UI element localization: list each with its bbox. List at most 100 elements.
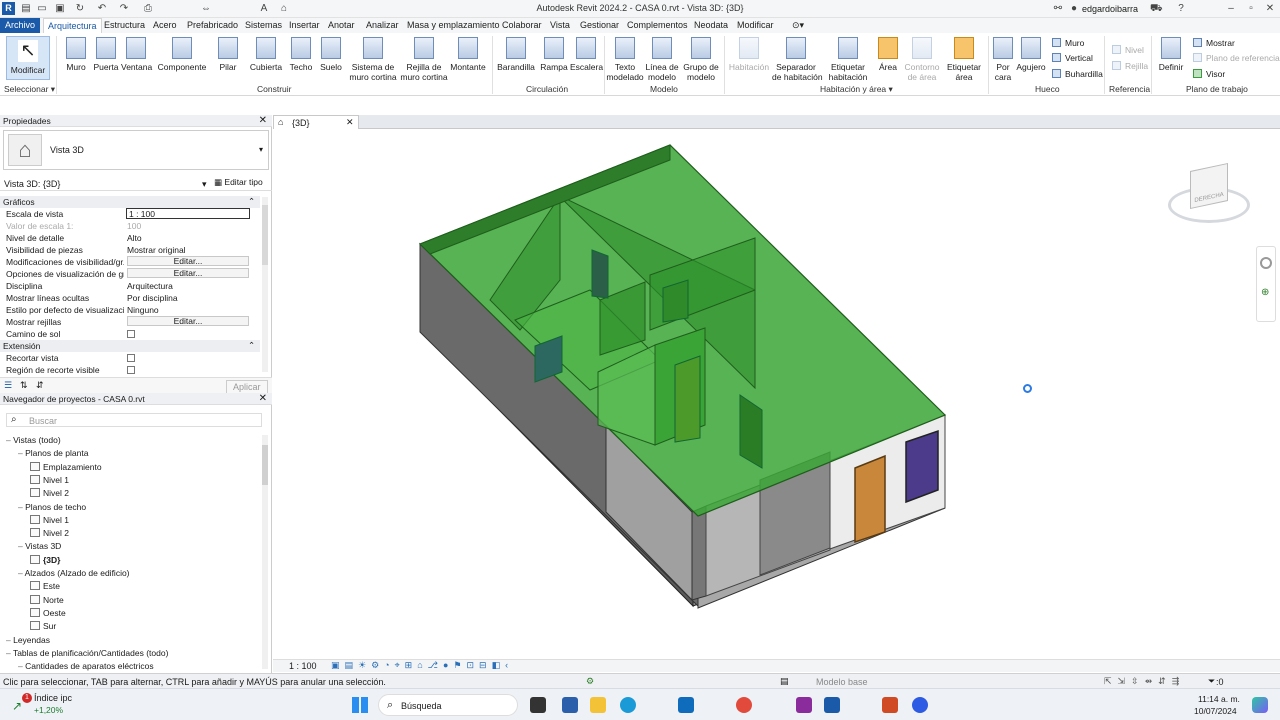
tab-insertar[interactable]: Insertar [289, 20, 320, 30]
close-icon[interactable]: ✕ [346, 117, 354, 128]
sort-asc-icon[interactable]: ⇅ [20, 380, 28, 391]
tree-node[interactable]: {3D} [30, 554, 60, 565]
tab-analizar[interactable]: Analizar [366, 20, 399, 30]
tree-node[interactable]: Nivel 1 [30, 514, 69, 525]
muro-button[interactable]: Muro [63, 37, 89, 72]
camino-sol-checkbox[interactable] [127, 330, 135, 338]
pilar-button[interactable]: Pilar [215, 37, 241, 72]
zoom-app-icon[interactable] [912, 697, 928, 713]
steering-wheel-icon[interactable] [1260, 257, 1272, 269]
etiquetar-habitacion-button[interactable]: Etiquetar habitación [826, 37, 870, 82]
separador-habitacion-button[interactable]: Separador de habitación [772, 37, 823, 82]
windows-start-icon[interactable] [352, 697, 368, 713]
rejilla-button[interactable]: Rejilla [1112, 61, 1148, 71]
tree-node[interactable]: Emplazamiento [30, 461, 102, 472]
model-base-selector[interactable]: Modelo base [816, 677, 868, 687]
sort-desc-icon[interactable]: ⇵ [36, 380, 44, 391]
tab-prefabricado[interactable]: Prefabricado [187, 20, 238, 30]
edge-icon[interactable] [620, 697, 636, 713]
nivel-button[interactable]: Nivel [1112, 45, 1144, 55]
design-options-icon[interactable]: ▤ [780, 676, 789, 687]
edit-button[interactable]: Editar... [127, 316, 249, 326]
ribbon-options-icon[interactable]: ⊙▾ [792, 20, 804, 31]
apply-button[interactable]: Aplicar [226, 380, 268, 394]
user-icon[interactable]: ● [1068, 3, 1080, 15]
clock-date[interactable]: 10/07/2024 [1194, 706, 1237, 716]
tab-neodata[interactable]: Neodata [694, 20, 728, 30]
tab-vista[interactable]: Vista [550, 20, 570, 30]
ventana-button[interactable]: Ventana [121, 37, 152, 72]
tree-node[interactable]: – Tablas de planificación/Cantidades (to… [6, 648, 168, 658]
edit-type-button[interactable]: ▦ Editar tipo [214, 177, 263, 188]
tab-modificar[interactable]: Modificar [737, 20, 774, 30]
modificar-button[interactable]: ↖ Modificar [6, 36, 50, 80]
region-recorte-checkbox[interactable] [127, 366, 135, 374]
tree-node[interactable]: Nivel 1 [30, 474, 69, 485]
barandilla-button[interactable]: Barandilla [497, 37, 535, 72]
puerta-button[interactable]: Puerta [93, 37, 119, 72]
escalera-button[interactable]: Escalera [570, 37, 603, 72]
selection-icons[interactable]: ⇱⇲⇳⇴⇵⇶ [1104, 676, 1185, 687]
group-graficos[interactable]: Gráficos ⌃ [0, 196, 260, 208]
view-controls-icons[interactable]: ▣▤☀⚙◔⌖⊞⌂⎇●⚑⊡⊟◧‹ [331, 660, 513, 671]
mostrar-button[interactable]: Mostrar [1193, 38, 1235, 48]
tree-node[interactable]: Sur [30, 621, 56, 631]
tab-colaborar[interactable]: Colaborar [502, 20, 542, 30]
cubierta-button[interactable]: Cubierta [249, 37, 283, 72]
rampa-button[interactable]: Rampa [540, 37, 568, 72]
user-name[interactable]: edgardoibarra [1082, 4, 1138, 14]
edit-button[interactable]: Editar... [127, 256, 249, 266]
scrollbar[interactable] [262, 197, 268, 372]
montante-button[interactable]: Montante [450, 37, 486, 72]
scrollbar[interactable] [262, 435, 268, 669]
tree-node[interactable]: – Vistas (todo) [6, 435, 61, 445]
3d-house-model[interactable] [273, 115, 1280, 659]
plano-referencia-button[interactable]: Plano de referencia [1193, 53, 1280, 63]
close-icon[interactable]: ✕ [259, 115, 267, 126]
search-input[interactable]: ⌕ Buscar [6, 413, 262, 427]
tree-node[interactable]: – Leyendas [6, 635, 50, 645]
prop-value[interactable]: 1 : 100 [126, 208, 250, 219]
grupo-modelo-button[interactable]: Grupo de modelo [683, 37, 719, 82]
maximize-icon[interactable]: ▫ [1245, 3, 1257, 15]
stock-widget-icon[interactable]: ↗ [12, 699, 22, 713]
tree-node[interactable]: – Planos de planta [18, 448, 88, 458]
cart-icon[interactable]: ⛟ [1150, 3, 1163, 15]
tree-node[interactable]: Nivel 2 [30, 488, 69, 498]
zoom-icon[interactable]: ⊕ [1261, 287, 1269, 298]
copilot-icon[interactable] [1252, 697, 1268, 713]
definir-button[interactable]: Definir [1156, 37, 1186, 72]
drawing-area[interactable]: DERECHA ⊕ [273, 115, 1280, 659]
buhardilla-button[interactable]: Buhardilla [1052, 69, 1103, 79]
powerpoint-icon[interactable] [882, 697, 898, 713]
tree-node[interactable]: Norte [30, 594, 64, 605]
category-sort-icon[interactable]: ☰ [4, 380, 12, 391]
linea-modelo-button[interactable]: Línea de modelo [645, 37, 679, 82]
close-icon[interactable]: ✕ [259, 393, 267, 404]
navigation-bar[interactable]: ⊕ [1256, 246, 1276, 322]
techo-button[interactable]: Techo [288, 37, 314, 72]
binoculars-icon[interactable]: ⚯ [1052, 3, 1064, 15]
view-scale[interactable]: 1 : 100 [289, 661, 317, 671]
file-explorer-icon[interactable] [530, 697, 546, 713]
chrome-icon[interactable] [736, 697, 752, 713]
hueco-muro-button[interactable]: Muro [1052, 38, 1084, 48]
tree-node[interactable]: – Cantidades de aparatos eléctricos [18, 661, 154, 671]
etiquetar-area-button[interactable]: Etiquetar área [944, 37, 984, 82]
tab-complementos[interactable]: Complementos [627, 20, 688, 30]
tree-node[interactable]: – Alzados (Alzado de edificio) [18, 568, 130, 578]
outlook-icon[interactable] [678, 697, 694, 713]
tree-node[interactable]: – Vistas 3D [18, 541, 61, 551]
contorno-area-button[interactable]: Contorno de área [904, 37, 940, 82]
habitacion-button[interactable]: Habitación [727, 37, 771, 72]
recortar-vista-checkbox[interactable] [127, 354, 135, 362]
seleccionar-panel-label[interactable]: Seleccionar ▾ [4, 84, 55, 95]
tab-sistemas[interactable]: Sistemas [245, 20, 282, 30]
tab-masa[interactable]: Masa y emplazamiento [407, 20, 500, 30]
componente-button[interactable]: Componente [157, 37, 207, 72]
minimize-icon[interactable]: – [1225, 3, 1237, 15]
tab-arquitectura[interactable]: Arquitectura [43, 18, 102, 34]
workset-icon[interactable]: ⚙ [586, 676, 594, 687]
rejilla-muro-cortina-button[interactable]: Rejilla de muro cortina [400, 37, 448, 82]
visor-button[interactable]: Visor [1193, 69, 1225, 79]
